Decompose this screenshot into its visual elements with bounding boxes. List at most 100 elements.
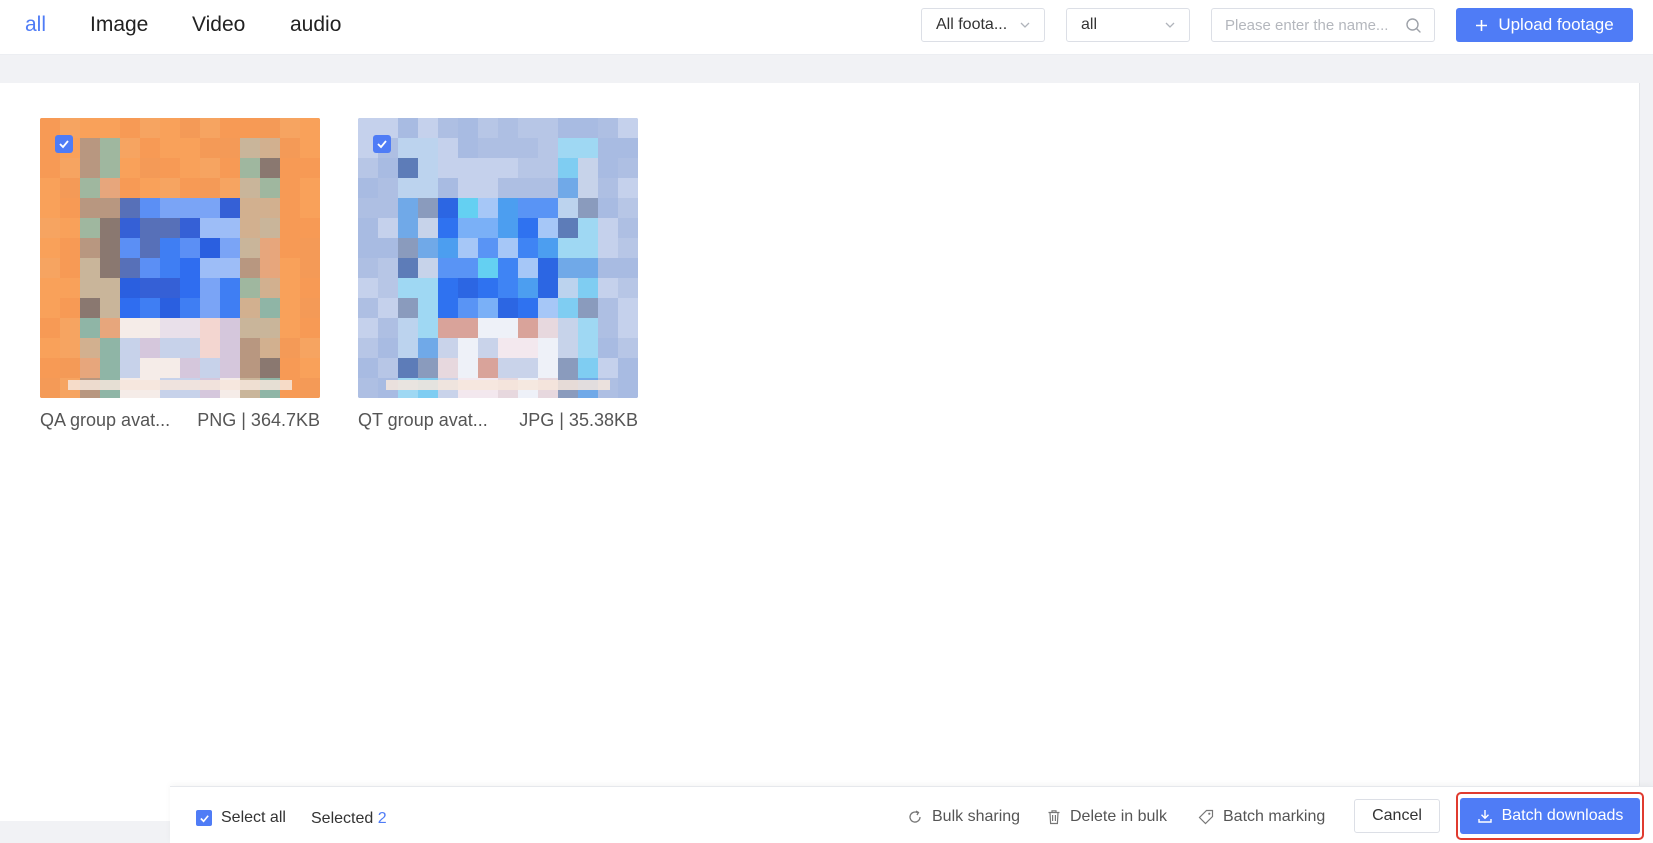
thumbnail-pixel bbox=[80, 178, 101, 199]
thumbnail-pixel bbox=[180, 178, 201, 199]
asset-select-checkbox[interactable] bbox=[55, 135, 73, 153]
thumbnail-pixel bbox=[120, 278, 141, 299]
batch-marking-button[interactable]: Batch marking bbox=[1198, 808, 1325, 826]
thumbnail-pixel bbox=[120, 118, 141, 139]
asset-thumbnail[interactable] bbox=[40, 118, 320, 398]
thumbnail-pixel bbox=[558, 258, 579, 279]
thumbnail-pixel bbox=[458, 358, 479, 379]
thumbnail-pixel bbox=[558, 118, 579, 139]
thumbnail-pixel bbox=[478, 358, 499, 379]
thumbnail-pixel bbox=[80, 318, 101, 339]
thumbnail-pixel bbox=[558, 358, 579, 379]
thumbnail-pixel bbox=[598, 118, 619, 139]
thumbnail-pixel bbox=[438, 198, 459, 219]
thumbnail-pixel bbox=[378, 218, 399, 239]
thumbnail-pixel bbox=[598, 318, 619, 339]
asset-card[interactable]: QT group avat... JPG | 35.38KB bbox=[358, 118, 638, 431]
thumbnail-pixel bbox=[300, 258, 320, 279]
tab-all[interactable]: all bbox=[25, 13, 46, 37]
thumbnail-pixel bbox=[398, 278, 419, 299]
thumbnail-pixel bbox=[498, 218, 519, 239]
thumbnail-pixel bbox=[558, 238, 579, 259]
thumbnail-pixel bbox=[160, 218, 181, 239]
thumbnail-pixel bbox=[40, 298, 61, 319]
thumbnail-pixel bbox=[220, 318, 241, 339]
thumbnail-pixel bbox=[378, 298, 399, 319]
thumbnail-pixel bbox=[220, 258, 241, 279]
thumbnail-pixel bbox=[558, 158, 579, 179]
thumbnail-pixel bbox=[100, 178, 121, 199]
thumbnail-pixel bbox=[280, 338, 301, 359]
thumbnail-pixel bbox=[120, 298, 141, 319]
thumbnail-pixel bbox=[518, 218, 539, 239]
thumbnail-pixel bbox=[60, 318, 81, 339]
thumbnail-pixel bbox=[378, 278, 399, 299]
search-icon[interactable] bbox=[1405, 17, 1422, 34]
thumbnail-pixel bbox=[598, 198, 619, 219]
thumbnail-pixel bbox=[140, 198, 161, 219]
thumbnail-pixel bbox=[80, 358, 101, 379]
tab-video[interactable]: Video bbox=[192, 13, 245, 37]
thumbnail-pixel bbox=[220, 138, 241, 159]
thumbnail-pixel bbox=[160, 338, 181, 359]
thumbnail-pixel bbox=[200, 298, 221, 319]
thumbnail-pixel bbox=[200, 238, 221, 259]
tab-audio[interactable]: audio bbox=[290, 13, 341, 37]
thumbnail-pixel bbox=[578, 218, 599, 239]
thumbnail-pixel bbox=[80, 238, 101, 259]
thumbnail-pixel bbox=[498, 118, 519, 139]
thumbnail-pixel bbox=[280, 298, 301, 319]
cancel-button[interactable]: Cancel bbox=[1354, 799, 1440, 833]
thumbnail-pixel bbox=[260, 278, 281, 299]
select-all-checkbox[interactable]: Select all bbox=[196, 809, 286, 827]
thumbnail-pixel bbox=[140, 278, 161, 299]
thumbnail-pixel bbox=[180, 118, 201, 139]
thumbnail-pixel bbox=[240, 178, 261, 199]
thumbnail-pixel bbox=[300, 238, 320, 259]
batch-action-bar: Select all Selected 2 Bulk sharing Delet… bbox=[170, 786, 1653, 843]
tab-image[interactable]: Image bbox=[90, 13, 148, 37]
upload-footage-button[interactable]: Upload footage bbox=[1456, 8, 1633, 42]
thumbnail-pixel bbox=[100, 318, 121, 339]
thumbnail-pixel bbox=[300, 158, 320, 179]
thumbnail-pixel bbox=[598, 338, 619, 359]
thumbnail-pixel bbox=[160, 318, 181, 339]
thumbnail-pixel bbox=[538, 338, 559, 359]
chevron-down-icon bbox=[1020, 22, 1030, 28]
thumbnail-pixel bbox=[478, 218, 499, 239]
thumbnail-pixel bbox=[618, 338, 638, 359]
thumbnail-pixel bbox=[618, 278, 638, 299]
thumbnail-pixel bbox=[378, 178, 399, 199]
thumbnail-pixel bbox=[438, 278, 459, 299]
selected-count-value: 2 bbox=[377, 810, 387, 827]
scope-filter-select[interactable]: all bbox=[1066, 8, 1190, 42]
asset-thumbnail[interactable] bbox=[358, 118, 638, 398]
batch-downloads-button[interactable]: Batch downloads bbox=[1460, 798, 1640, 834]
thumbnail-pixel bbox=[280, 358, 301, 379]
panel-scrollbar-track[interactable] bbox=[1639, 83, 1640, 821]
thumbnail-pixel bbox=[140, 238, 161, 259]
thumbnail-pixel bbox=[578, 198, 599, 219]
thumbnail-pixel bbox=[160, 118, 181, 139]
thumbnail-pixel bbox=[558, 278, 579, 299]
thumbnail-pixel bbox=[618, 158, 638, 179]
asset-file-info: PNG | 364.7KB bbox=[197, 410, 320, 430]
bulk-sharing-button[interactable]: Bulk sharing bbox=[907, 808, 1020, 826]
asset-meta: QT group avat... JPG | 35.38KB bbox=[358, 410, 638, 431]
asset-card[interactable]: QA group avat... PNG | 364.7KB bbox=[40, 118, 320, 431]
thumbnail-pixel bbox=[558, 318, 579, 339]
thumbnail-pixel bbox=[260, 118, 281, 139]
chevron-down-icon bbox=[1165, 22, 1175, 28]
thumbnail-pixel bbox=[358, 338, 379, 359]
thumbnail-pixel bbox=[180, 338, 201, 359]
thumbnail-pixel bbox=[120, 338, 141, 359]
thumbnail-pixel bbox=[140, 218, 161, 239]
footage-filter-select[interactable]: All foota... bbox=[921, 8, 1045, 42]
thumbnail-pixel bbox=[598, 298, 619, 319]
asset-select-checkbox[interactable] bbox=[373, 135, 391, 153]
delete-in-bulk-button[interactable]: Delete in bulk bbox=[1047, 808, 1167, 826]
search-input[interactable] bbox=[1212, 9, 1402, 41]
thumbnail-pixel bbox=[220, 358, 241, 379]
thumbnail-pixel bbox=[578, 338, 599, 359]
thumbnail-pixel bbox=[140, 178, 161, 199]
